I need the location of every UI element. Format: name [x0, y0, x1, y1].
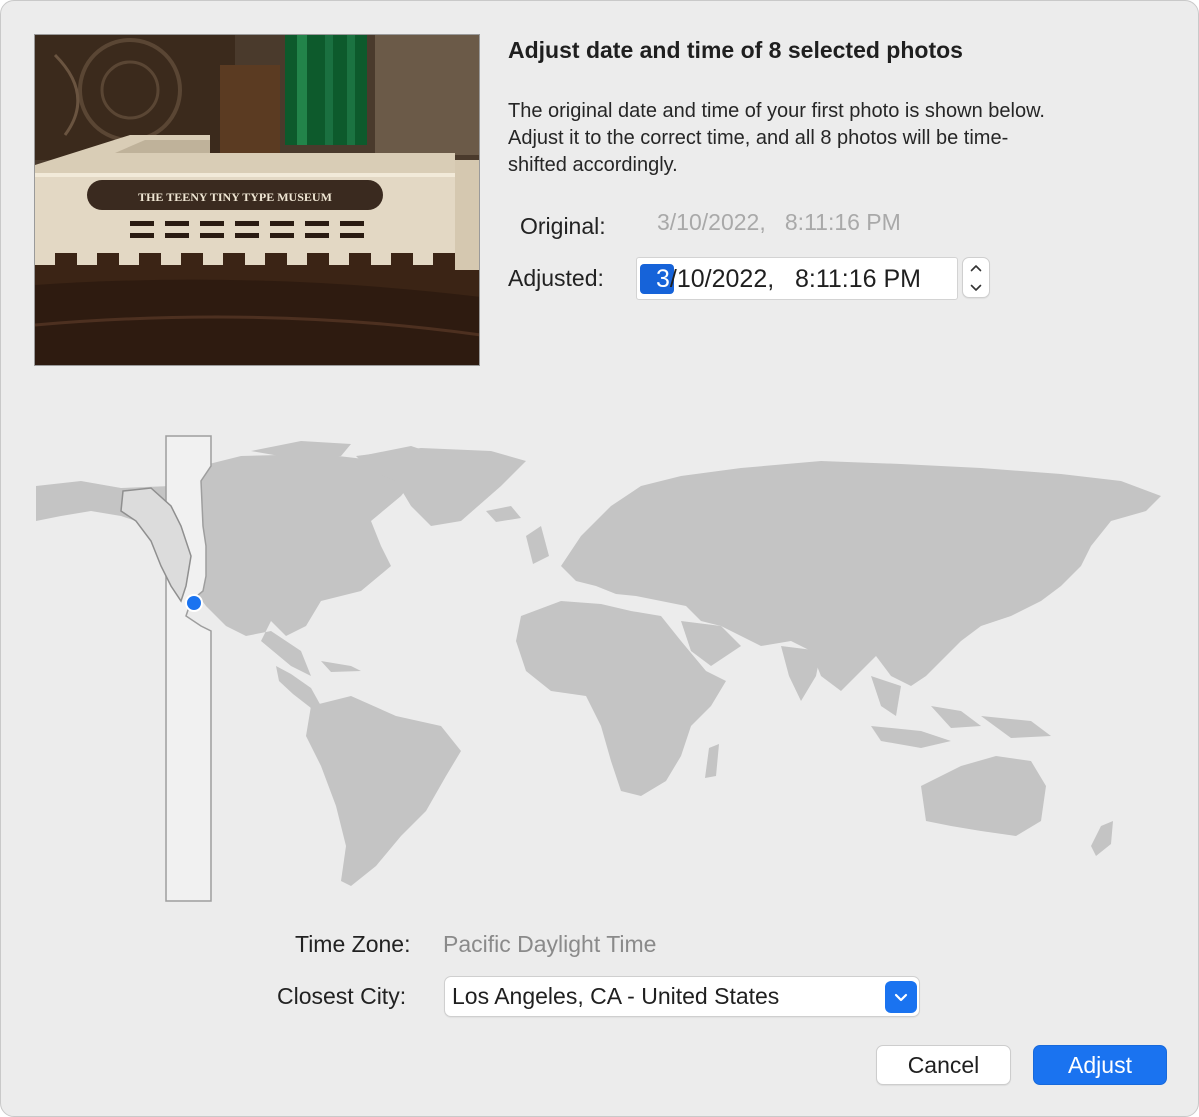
stepper-decrement-button[interactable]	[963, 278, 989, 297]
chevron-down-icon	[894, 993, 908, 1001]
description-line: shifted accordingly.	[508, 154, 678, 176]
chevron-down-icon	[970, 284, 982, 291]
adjust-date-time-dialog: THE TEENY TINY TYPE MUSEUM Adjust date a…	[0, 0, 1199, 1117]
dialog-description: The original date and time of your first…	[508, 98, 1168, 179]
closest-city-value: Los Angeles, CA - United States	[452, 983, 780, 1009]
time-zone-label: Time Zone:	[295, 931, 411, 957]
dialog-title: Adjust date and time of 8 selected photo…	[508, 37, 963, 63]
adjusted-datetime-field[interactable]: 3/10/2022, 8:11:16 PM	[636, 257, 958, 300]
datetime-remaining-segments[interactable]: /10/2022, 8:11:16 PM	[670, 265, 921, 293]
photo-sign-text: THE TEENY TINY TYPE MUSEUM	[138, 190, 332, 204]
chevron-up-icon	[970, 264, 982, 271]
closest-city-label: Closest City:	[277, 983, 407, 1009]
location-pin-icon[interactable]	[187, 596, 201, 610]
datetime-stepper[interactable]	[962, 257, 990, 298]
time-zone-map[interactable]	[21, 426, 1181, 916]
month-segment[interactable]: 3	[656, 265, 670, 293]
adjusted-label: Adjusted:	[508, 265, 604, 291]
adjust-button[interactable]: Adjust	[1033, 1045, 1167, 1085]
original-datetime-value: 3/10/2022, 8:11:16 PM	[657, 209, 901, 235]
cancel-button[interactable]: Cancel	[876, 1045, 1011, 1085]
closest-city-dropdown-button[interactable]	[885, 981, 917, 1013]
stepper-increment-button[interactable]	[963, 258, 989, 277]
description-line: The original date and time of your first…	[508, 100, 1045, 122]
time-zone-value: Pacific Daylight Time	[443, 931, 657, 957]
closest-city-select[interactable]: Los Angeles, CA - United States	[444, 976, 920, 1017]
adjusted-datetime-text[interactable]: 3/10/2022, 8:11:16 PM	[656, 265, 921, 294]
original-label: Original:	[520, 213, 606, 239]
photo-thumbnail: THE TEENY TINY TYPE MUSEUM	[34, 34, 480, 366]
description-line: Adjust it to the correct time, and all 8…	[508, 127, 1009, 149]
